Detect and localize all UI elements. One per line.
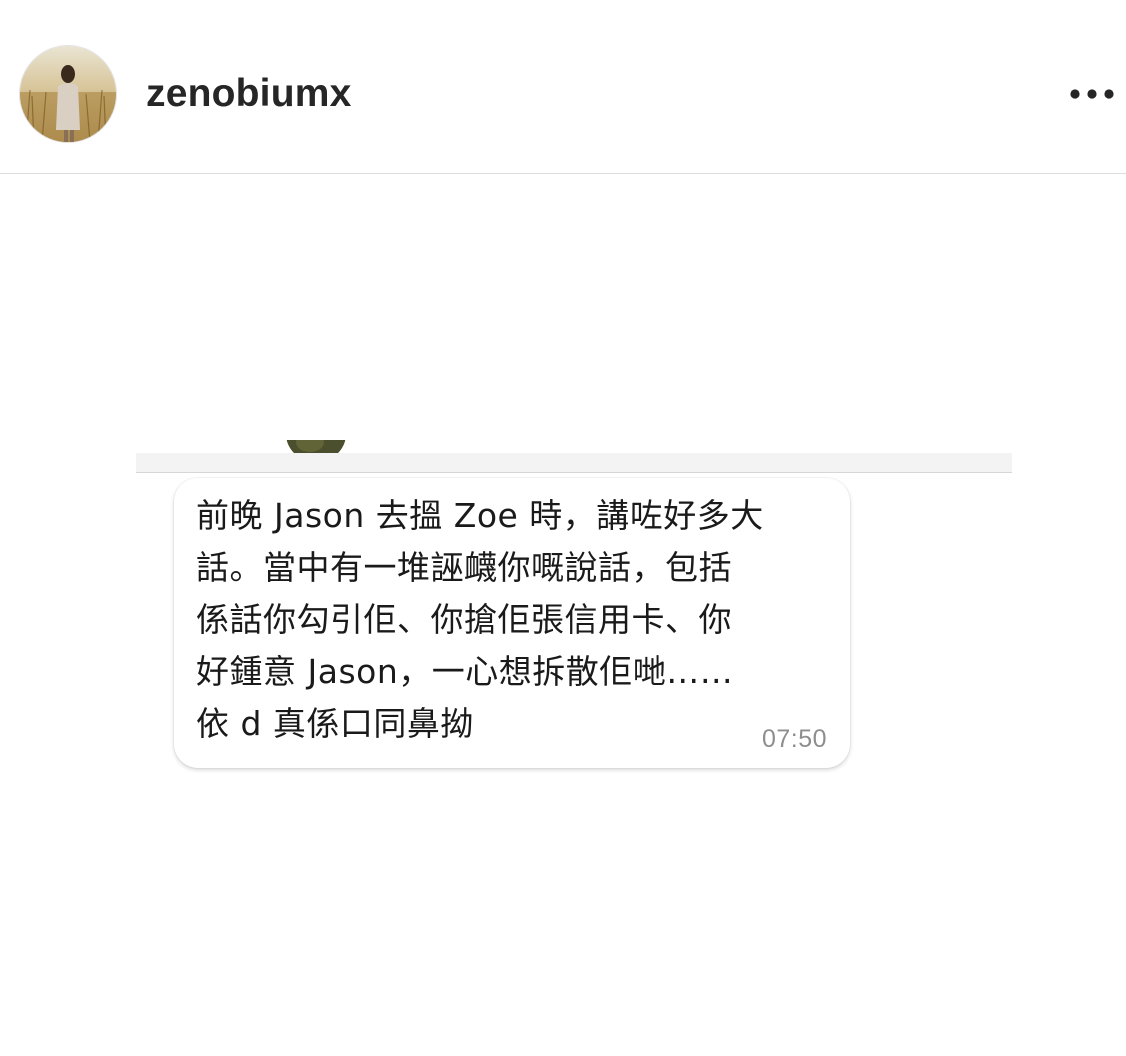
message-line: 係話你勾引佢、你搶佢張信用卡、你 bbox=[196, 600, 732, 639]
more-options-button[interactable] bbox=[1064, 76, 1120, 112]
chat-header-bar bbox=[136, 453, 1012, 473]
chat-screenshot-image: 前晚 Jason 去搵 Zoe 時，講咗好多大 話。當中有一堆誣衊你嘅說話，包括… bbox=[136, 440, 1012, 785]
message-line: 好鍾意 Jason，一心想拆散佢哋…… bbox=[196, 652, 734, 691]
profile-avatar[interactable] bbox=[20, 46, 116, 142]
message-line: 依 d 真係口同鼻拗 bbox=[196, 704, 474, 743]
message-line: 話。當中有一堆誣衊你嘅說話，包括 bbox=[196, 548, 732, 587]
post-username[interactable]: zenobiumx bbox=[146, 68, 351, 120]
message-bubble: 前晚 Jason 去搵 Zoe 時，講咗好多大 話。當中有一堆誣衊你嘅說話，包括… bbox=[174, 478, 850, 768]
message-text: 前晚 Jason 去搵 Zoe 時，講咗好多大 話。當中有一堆誣衊你嘅說話，包括… bbox=[196, 490, 826, 750]
more-horizontal-icon bbox=[1070, 89, 1114, 99]
message-timestamp: 07:50 bbox=[761, 725, 827, 753]
message-line: 前晚 Jason 去搵 Zoe 時，講咗好多大 bbox=[196, 496, 764, 535]
profile-photo bbox=[20, 46, 116, 142]
post-header: zenobiumx bbox=[0, 0, 1126, 174]
